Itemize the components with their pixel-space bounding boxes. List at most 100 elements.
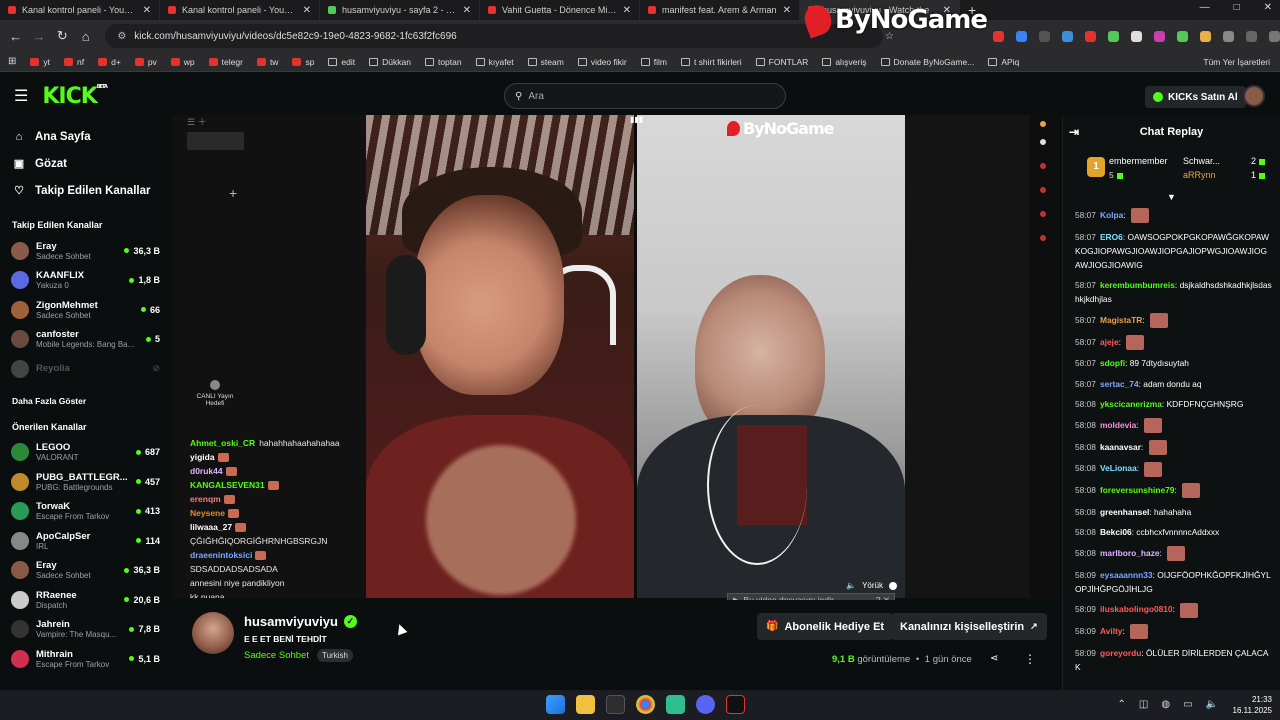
bookmark-item[interactable]: film — [640, 57, 667, 67]
leader-name[interactable]: aRRynn — [1183, 170, 1216, 180]
bookmark-item[interactable]: alışveriş — [822, 57, 867, 67]
wifi-icon[interactable]: ▭ — [1183, 699, 1192, 710]
extension-icon[interactable] — [1039, 30, 1051, 42]
message-user[interactable]: foreversunshine79 — [1100, 485, 1174, 495]
tray-app-icon[interactable]: ◍ — [1161, 699, 1170, 710]
minimize-button[interactable]: — — [1200, 2, 1210, 13]
extension-icon[interactable] — [993, 30, 1005, 42]
message-user[interactable]: MagistaTR — [1100, 315, 1142, 325]
message-user[interactable]: sdopfi — [1100, 358, 1125, 368]
more-options-icon[interactable]: ⋮ — [1024, 652, 1036, 666]
kick-logo[interactable]: KICKBETA — [42, 84, 108, 109]
message-user[interactable]: sertac_74 — [1100, 379, 1139, 389]
bookmark-item[interactable]: kıyafet — [475, 57, 514, 67]
extension-icon[interactable] — [1131, 30, 1143, 42]
buy-kicks-button[interactable]: KICKs Satın Al — [1145, 86, 1246, 108]
file-explorer-icon[interactable] — [576, 695, 595, 714]
browser-tab[interactable]: Kanal kontrol paneli - YouTube ✕ — [160, 0, 320, 20]
close-tab-icon[interactable]: ✕ — [303, 5, 311, 16]
category-link[interactable]: Sadece Sohbet — [244, 650, 309, 661]
all-bookmarks[interactable]: Tüm Yer İşaretleri — [1203, 57, 1270, 67]
message-user[interactable]: moldevia — [1100, 420, 1136, 430]
message-user[interactable]: greenhansel — [1100, 507, 1149, 517]
extension-icon[interactable] — [1108, 30, 1120, 42]
bookmark-item[interactable]: FONTLAR — [755, 57, 808, 67]
bookmark-item[interactable]: sp — [292, 57, 314, 67]
volume-icon[interactable]: 🔈 — [1206, 699, 1218, 710]
volume-control[interactable]: 🔈 Yörük — [846, 581, 897, 590]
language-tag[interactable]: Turkish — [316, 649, 353, 662]
message-user[interactable]: ykscicanerizma — [1100, 399, 1162, 409]
discord-icon[interactable] — [696, 695, 715, 714]
volume-slider-knob[interactable] — [889, 581, 897, 590]
sidebar-channel[interactable]: PUBG_BATTLEGR... PUBG: Battlegrounds 457 — [0, 467, 170, 497]
message-user[interactable]: Kolpa — [1100, 210, 1123, 220]
extension-icon[interactable] — [1200, 30, 1212, 42]
sidebar-channel[interactable]: KAANFLIX Yakuza 0 1,8 B — [0, 266, 170, 296]
nav-item[interactable]: ▣ Gözat — [0, 150, 170, 177]
tray-chevron-icon[interactable]: ⌃ — [1118, 699, 1126, 710]
sidebar-channel[interactable]: Reyolia ⊘ — [0, 354, 170, 384]
forward-icon[interactable]: → — [27, 29, 50, 44]
terminal-icon[interactable] — [606, 695, 625, 714]
message-user[interactable]: kaanavsar — [1100, 442, 1141, 452]
close-window-button[interactable]: ✕ — [1264, 2, 1272, 13]
message-user[interactable]: goreyordu — [1100, 648, 1141, 658]
customize-channel-button[interactable]: Kanalınızı kişiselleştirin ↗ — [891, 613, 1047, 640]
heart-icon[interactable] — [1040, 139, 1046, 145]
puzzle-icon[interactable] — [1246, 30, 1258, 42]
sidebar-channel[interactable]: Jahrein Vampire: The Masqu... 7,8 B — [0, 615, 170, 645]
chrome-icon[interactable] — [636, 695, 655, 714]
message-user[interactable]: marlboro_haze — [1100, 548, 1160, 558]
browser-tab[interactable]: Vahit Guetta - Dönence Mix KO ✕ — [480, 0, 640, 20]
browser-tab[interactable]: husamviyuviyu - sayfa 2 - ekşi s ✕ — [320, 0, 480, 20]
bookmark-item[interactable]: yt — [30, 57, 50, 67]
bookmark-item[interactable]: APiq — [988, 57, 1019, 67]
tray-app-icon[interactable]: ◫ — [1139, 699, 1148, 710]
message-user[interactable]: Avilty — [1100, 626, 1123, 636]
bookmark-item[interactable]: steam — [527, 57, 564, 67]
sidebar-channel[interactable]: canfoster Mobile Legends: Bang Ba... 5 — [0, 325, 170, 355]
bookmark-item[interactable]: t shirt fikirleri — [680, 57, 742, 67]
share-icon[interactable]: ⋖ — [990, 653, 998, 664]
hamburger-menu-icon[interactable]: ☰ — [14, 86, 28, 106]
extension-icon[interactable] — [1154, 30, 1166, 42]
sidebar-channel[interactable]: LEGOO VALORANT 687 — [0, 438, 170, 468]
sidebar-channel[interactable]: RRaenee Dispatch 20,6 B — [0, 585, 170, 615]
message-user[interactable]: Bekci06 — [1100, 527, 1132, 537]
bookmark-item[interactable]: telegr — [208, 57, 243, 67]
reload-icon[interactable]: ↻ — [51, 28, 74, 44]
sidebar-channel[interactable]: ApoCalpSer IRL 114 — [0, 526, 170, 556]
bookmark-item[interactable]: edit — [328, 57, 355, 67]
sidebar-channel[interactable]: Eray Sadece Sohbet 36,3 B — [0, 236, 170, 266]
video-player[interactable]: ☰ ＋ + CANLI Yayın Hedefi Ahmet_oski_CR ha… — [172, 115, 1060, 598]
bookmark-item[interactable]: Donate ByNoGame... — [880, 57, 974, 67]
show-more-link[interactable]: Daha Fazla Göster — [0, 396, 170, 406]
user-avatar[interactable] — [1243, 85, 1265, 107]
close-tab-icon[interactable]: ✕ — [143, 5, 151, 16]
bookmark-item[interactable]: pv — [134, 57, 157, 67]
browser-tab[interactable]: Kanal kontrol paneli - YouTube ✕ — [0, 0, 160, 20]
system-clock[interactable]: 21:33 16.11.2025 — [1233, 694, 1272, 716]
extension-icon[interactable] — [1085, 30, 1097, 42]
extension-icon[interactable] — [1177, 30, 1189, 42]
speaker-icon[interactable]: 🔈 — [846, 581, 856, 590]
leader-name[interactable]: Schwar... — [1183, 156, 1220, 166]
url-field[interactable]: ⚙ kick.com/husamviyuviyu/videos/dc5e82c9… — [105, 24, 894, 48]
message-user[interactable]: ajeje — [1100, 337, 1119, 347]
site-info-icon[interactable]: ⚙ — [117, 31, 126, 42]
extension-icon[interactable] — [1016, 30, 1028, 42]
search-input[interactable]: ⚲ Ara — [504, 83, 786, 109]
sidebar-channel[interactable]: Mithrain Escape From Tarkov 5,1 B — [0, 644, 170, 674]
nav-item[interactable]: ⌂ Ana Sayfa — [0, 123, 170, 150]
home-browser-icon[interactable]: ⌂ — [74, 29, 97, 44]
gift-sub-button[interactable]: 🎁 Abonelik Hediye Et — [757, 613, 894, 640]
close-tab-icon[interactable]: ✕ — [463, 5, 471, 16]
menu-icon[interactable] — [1269, 30, 1280, 42]
bookmark-item[interactable]: tw — [256, 57, 278, 67]
bookmark-item[interactable]: d+ — [98, 57, 121, 67]
channel-name[interactable]: husamviyuviyu ✓ — [244, 614, 357, 629]
message-user[interactable]: VeLionaa — [1100, 463, 1137, 473]
start-icon[interactable] — [546, 695, 565, 714]
bookmark-item[interactable]: toptan — [424, 57, 462, 67]
